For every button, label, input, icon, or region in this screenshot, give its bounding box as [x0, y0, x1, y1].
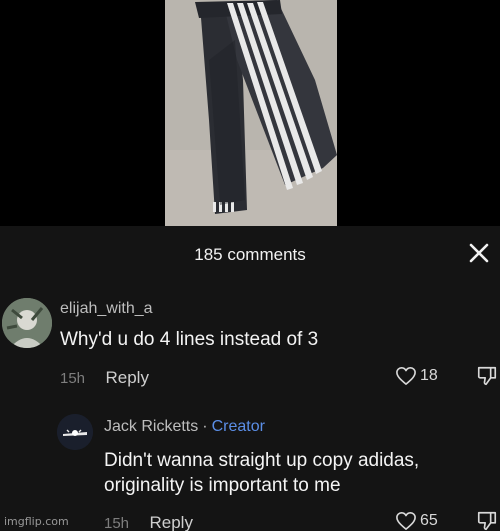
- comment-time: 15h: [60, 370, 86, 387]
- comment-username: Jack Ricketts · Creator: [104, 418, 265, 436]
- like-button[interactable]: 18: [395, 366, 438, 386]
- watermark: imgflip.com: [4, 515, 69, 528]
- comments-count-title: 185 comments: [194, 245, 306, 264]
- like-count: 18: [420, 367, 438, 384]
- creator-badge: Creator: [211, 418, 265, 435]
- heart-icon: [396, 367, 416, 385]
- comment-username[interactable]: elijah_with_a: [60, 300, 153, 318]
- comment-text-line: Didn't wanna straight up copy adidas,: [104, 450, 420, 471]
- screen: 185 comments elijah_with_a Why'd u do 4 …: [0, 0, 500, 531]
- comment-text: Didn't wanna straight up copy adidas, or…: [104, 448, 484, 498]
- comment-text-line: originality is important to me: [104, 475, 341, 496]
- like-button[interactable]: 65: [395, 511, 438, 531]
- like-count: 65: [420, 512, 438, 529]
- jeans-photo: [165, 0, 337, 226]
- comment-meta: 15h Reply: [60, 368, 149, 388]
- creator-username[interactable]: Jack Ricketts: [104, 418, 198, 435]
- avatar[interactable]: [2, 298, 52, 348]
- close-icon[interactable]: [466, 240, 492, 266]
- separator: ·: [202, 418, 208, 435]
- dislike-icon[interactable]: [476, 510, 498, 531]
- video-area[interactable]: [0, 0, 500, 226]
- comment-time: 15h: [104, 515, 130, 531]
- comments-sheet: 185 comments elijah_with_a Why'd u do 4 …: [0, 226, 500, 531]
- reply-button[interactable]: Reply: [149, 513, 192, 531]
- comment-meta: 15h Reply: [104, 513, 193, 531]
- avatar[interactable]: [57, 414, 93, 450]
- comment-text: Why'd u do 4 lines instead of 3: [60, 329, 319, 350]
- reply-button[interactable]: Reply: [105, 368, 148, 387]
- dislike-icon[interactable]: [476, 365, 498, 387]
- heart-icon: [396, 512, 416, 530]
